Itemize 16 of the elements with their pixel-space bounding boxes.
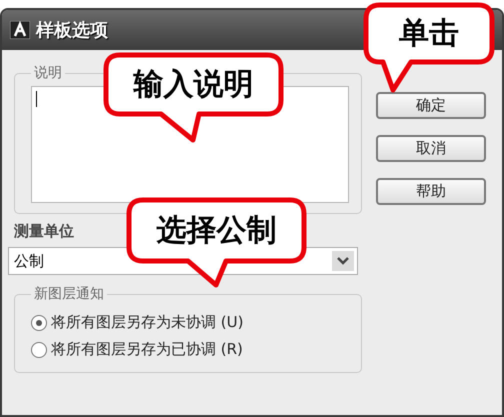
- radio-button[interactable]: [31, 342, 47, 358]
- text-cursor: [36, 91, 37, 107]
- radio-option[interactable]: 将所有图层另存为已协调 (R): [31, 336, 349, 363]
- callout-text: 输入说明: [134, 68, 254, 101]
- radio-option[interactable]: 将所有图层另存为未协调 (U): [31, 309, 349, 336]
- callout-text: 选择公制: [156, 214, 276, 247]
- callout-text: 单击: [399, 17, 459, 50]
- units-label: 测量单位: [14, 222, 74, 241]
- group-label: 说明: [33, 64, 63, 82]
- group-label: 新图层通知: [33, 285, 105, 303]
- dialog-button[interactable]: 确定: [376, 92, 486, 119]
- radio-button[interactable]: [31, 314, 47, 330]
- window-title: 样板选项: [36, 19, 108, 42]
- app-icon: [10, 21, 30, 39]
- dialog-button[interactable]: 取消: [376, 135, 486, 162]
- dialog-button[interactable]: 帮助: [376, 178, 486, 205]
